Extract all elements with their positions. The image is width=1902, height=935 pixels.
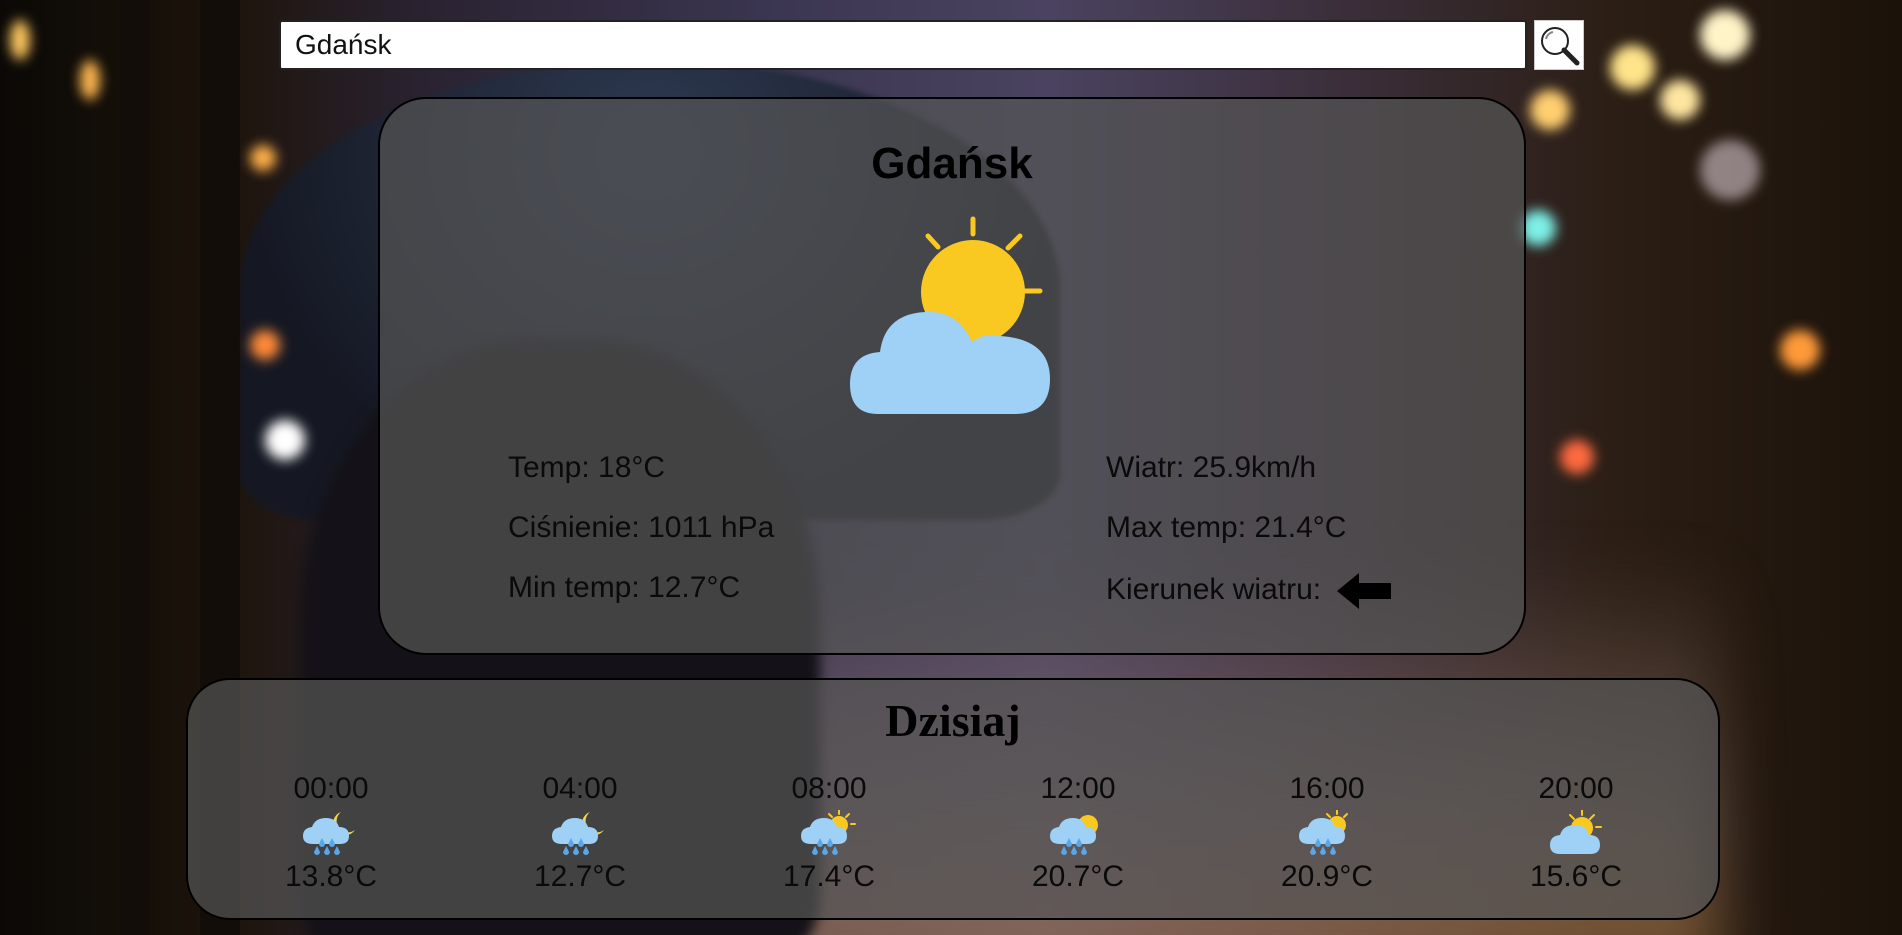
current-weather-card: Gdańsk Temp: 18°C Ciśnienie: 1011 hPa Min … <box>378 97 1526 655</box>
bokeh-light <box>1610 45 1655 90</box>
bokeh-light <box>265 420 305 460</box>
bokeh-light <box>1530 90 1570 130</box>
today-forecast-card: Dzisiaj 00:00 13.8°C 04:00 12.7°C 08:00 … <box>186 678 1720 920</box>
forecast-slot: 08:00 17.4°C <box>744 772 914 894</box>
forecast-temp: 13.8°C <box>284 860 378 893</box>
bokeh-light <box>1780 330 1820 370</box>
forecast-temp: 15.6°C <box>1529 860 1623 893</box>
stat-min-temp: Min temp: 12.7°C <box>508 571 741 604</box>
bokeh-light <box>80 60 100 100</box>
forecast-slot: 20:00 15.6°C <box>1491 772 1661 894</box>
forecast-temp: 17.4°C <box>782 860 876 893</box>
magnifier-icon <box>1541 27 1580 66</box>
forecast-slot: 00:00 13.8°C <box>246 772 416 894</box>
forecast-time: 12:00 <box>1040 772 1116 805</box>
stat-temp: Temp: 18°C <box>508 451 666 484</box>
bokeh-light <box>250 330 280 360</box>
forecast-slot: 04:00 12.7°C <box>495 772 665 894</box>
forecast-time: 16:00 <box>1289 772 1365 805</box>
forecast-temp: 20.9°C <box>1280 860 1374 893</box>
forecast-time: 20:00 <box>1538 772 1614 805</box>
forecast-time: 00:00 <box>293 772 369 805</box>
sun-rain-icon <box>801 810 856 855</box>
city-search-input[interactable] <box>279 20 1527 70</box>
bokeh-light <box>250 145 276 171</box>
stat-max-temp: Max temp: 21.4°C <box>1106 511 1347 544</box>
background-pillar <box>120 0 150 935</box>
bokeh-light <box>1700 140 1760 200</box>
forecast-time: 08:00 <box>791 772 867 805</box>
city-name: Gdańsk <box>871 139 1033 188</box>
sun-rain-icon <box>1299 810 1348 855</box>
sun-cloud-icon <box>1550 810 1602 854</box>
stat-wind-speed: Wiatr: 25.9km/h <box>1106 451 1317 484</box>
bokeh-light <box>10 20 30 60</box>
moon-rain-icon <box>303 812 355 855</box>
stat-wind-direction: Kierunek wiatru: <box>1106 571 1392 611</box>
forecast-slot: 12:00 20.7°C <box>993 772 1163 894</box>
forecast-temp: 20.7°C <box>1031 860 1125 893</box>
bokeh-light <box>1560 440 1594 474</box>
moon-rain-icon <box>552 812 604 855</box>
forecast-temp: 12.7°C <box>533 860 627 893</box>
forecast-title: Dzisiaj <box>885 695 1021 746</box>
stat-pressure: Ciśnienie: 1011 hPa <box>508 511 775 544</box>
forecast-time: 04:00 <box>542 772 618 805</box>
bokeh-light <box>1700 10 1750 60</box>
forecast-slot: 16:00 20.9°C <box>1242 772 1412 894</box>
search-button[interactable] <box>1534 20 1584 70</box>
bokeh-light <box>1660 80 1700 120</box>
arrow-left-icon <box>1337 573 1392 609</box>
sun-behind-cloud-icon <box>850 216 1050 414</box>
sun-rain-icon <box>1050 815 1098 855</box>
